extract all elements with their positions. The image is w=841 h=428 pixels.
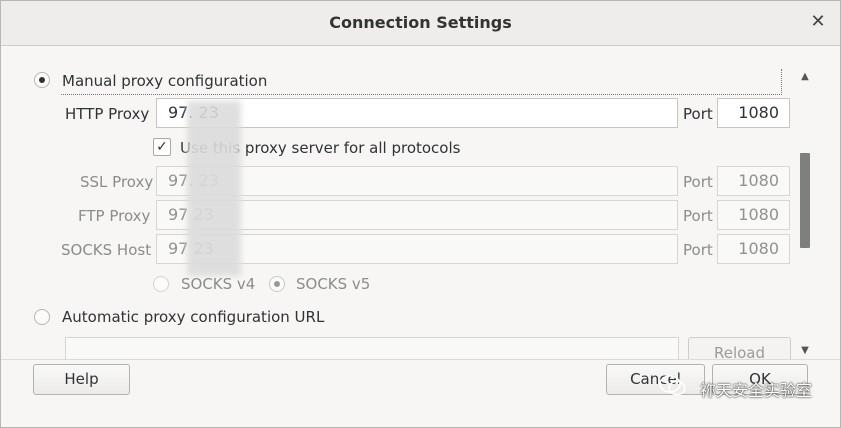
socks-port-label: Port xyxy=(683,241,713,259)
watermark: 祢天安全实验室 xyxy=(659,375,812,401)
help-button[interactable]: Help xyxy=(33,364,130,395)
socks-port-input[interactable]: 1080 xyxy=(717,234,790,264)
http-port-input[interactable]: 1080 xyxy=(717,98,790,128)
ftp-proxy-label: FTP Proxy xyxy=(78,207,151,225)
dialog-title: Connection Settings xyxy=(329,13,512,32)
http-port-label: Port xyxy=(683,105,713,123)
socks-v5-radio[interactable] xyxy=(269,276,285,292)
auto-proxy-label: Automatic proxy configuration URL xyxy=(62,308,325,326)
ftp-port-input[interactable]: 1080 xyxy=(717,200,790,230)
socks-host-label: SOCKS Host xyxy=(61,241,152,259)
manual-proxy-radio[interactable] xyxy=(34,72,50,88)
scroll-down-icon[interactable]: ▼ xyxy=(799,345,811,356)
socks-v4-radio[interactable] xyxy=(153,276,169,292)
watermark-text: 祢天安全实验室 xyxy=(699,381,812,400)
scrollbar[interactable]: ▲ ▼ xyxy=(798,71,812,359)
cancel-button[interactable]: Cancel xyxy=(606,364,705,395)
auto-proxy-radio[interactable] xyxy=(34,309,50,325)
connection-settings-dialog: Connection Settings ✕ Manual proxy confi… xyxy=(0,0,841,428)
ssl-proxy-label: SSL Proxy xyxy=(80,173,154,191)
reload-button[interactable]: Reload xyxy=(688,337,791,362)
socks-v5-label: SOCKS v5 xyxy=(296,275,371,293)
redaction-blur xyxy=(187,101,241,276)
ssl-port-label: Port xyxy=(683,173,713,191)
footer-divider xyxy=(1,359,840,360)
ftp-port-label: Port xyxy=(683,207,713,225)
wechat-icon xyxy=(659,375,686,396)
http-proxy-label: HTTP Proxy xyxy=(65,105,150,123)
use-all-protocols-checkbox[interactable]: ✓ xyxy=(153,138,171,156)
close-icon[interactable]: ✕ xyxy=(808,12,828,32)
titlebar: Connection Settings ✕ xyxy=(1,1,840,46)
socks-v4-label: SOCKS v4 xyxy=(181,275,256,293)
ssl-port-input[interactable]: 1080 xyxy=(717,166,790,196)
scrollbar-thumb[interactable] xyxy=(800,153,810,248)
scroll-up-icon[interactable]: ▲ xyxy=(799,71,811,82)
auto-proxy-url-input[interactable] xyxy=(65,337,679,359)
manual-proxy-label: Manual proxy configuration xyxy=(62,72,268,90)
